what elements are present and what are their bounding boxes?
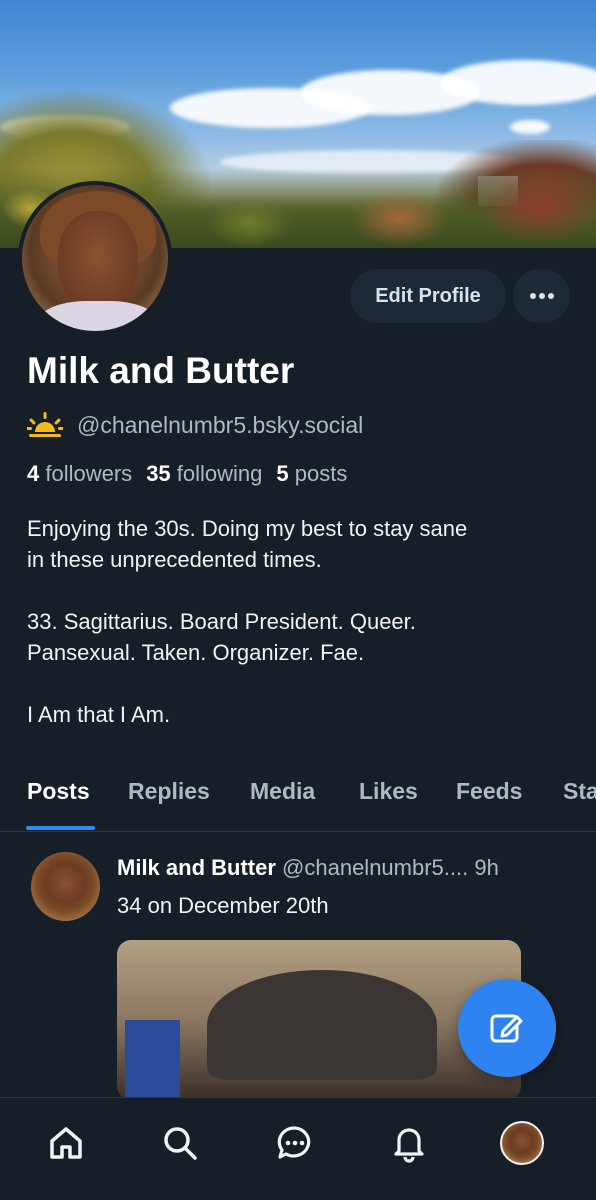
nav-notifications[interactable] [384,1118,434,1168]
bio-line: 33. Sagittarius. Board President. Queer. [27,609,416,634]
post-author-handle[interactable]: @chanelnumbr5.... [282,855,468,880]
home-icon [50,1127,82,1159]
post-header: Milk and Butter @chanelnumbr5.... 9h [117,855,499,881]
tab-media[interactable]: Media [250,778,315,805]
post-author-name[interactable]: Milk and Butter [117,855,276,880]
following-stat[interactable]: 35 following [146,461,262,487]
nav-profile[interactable] [497,1118,547,1168]
handle-row: @chanelnumbr5.bsky.social [27,408,363,442]
nav-chat[interactable] [270,1118,320,1168]
bio-line: I Am that I Am. [27,702,171,727]
profile-tabs: Posts Replies Media Likes Feeds Sta [0,774,596,832]
profile-handle: @chanelnumbr5.bsky.social [77,411,364,438]
bio-line: Pansexual. Taken. Organizer. Fae. [27,640,365,665]
compose-post-button[interactable] [458,979,556,1077]
nav-home[interactable] [41,1118,91,1168]
bell-icon [394,1128,424,1163]
profile-screen: Edit Profile Milk and Butter @chanelnumb… [0,0,596,1200]
tab-starter-packs[interactable]: Sta [563,778,596,805]
profile-avatar-small [500,1121,544,1165]
post-author-avatar[interactable] [31,852,100,921]
followers-stat[interactable]: 4 followers [27,461,132,487]
compose-icon [490,1014,523,1043]
bottom-navigation [0,1097,596,1200]
bio-line [27,575,577,606]
profile-bio: Enjoying the 30s. Doing my best to stay … [27,513,577,730]
bio-line: in these unprecedented times. [27,547,322,572]
search-icon [164,1127,197,1160]
edit-profile-button[interactable]: Edit Profile [350,269,506,323]
post-text: 34 on December 20th [117,893,329,918]
profile-stats: 4 followers 35 following 5 posts [27,461,347,487]
post-timestamp: 9h [474,855,499,880]
bio-line [27,668,577,699]
tab-likes[interactable]: Likes [359,778,418,805]
tab-posts[interactable]: Posts [27,778,90,805]
active-tab-indicator [26,826,95,830]
bio-line: Enjoying the 30s. Doing my best to stay … [27,516,468,541]
profile-avatar[interactable] [18,181,172,335]
tab-feeds[interactable]: Feeds [456,778,522,805]
chat-icon [277,1126,311,1159]
tab-replies[interactable]: Replies [128,778,210,805]
posts-stat: 5 posts [276,461,348,486]
more-options-button[interactable] [513,269,570,323]
sunrise-emoji-icon [27,412,63,437]
ellipsis-icon [529,293,554,299]
nav-search[interactable] [155,1118,205,1168]
display-name: Milk and Butter [27,350,295,391]
